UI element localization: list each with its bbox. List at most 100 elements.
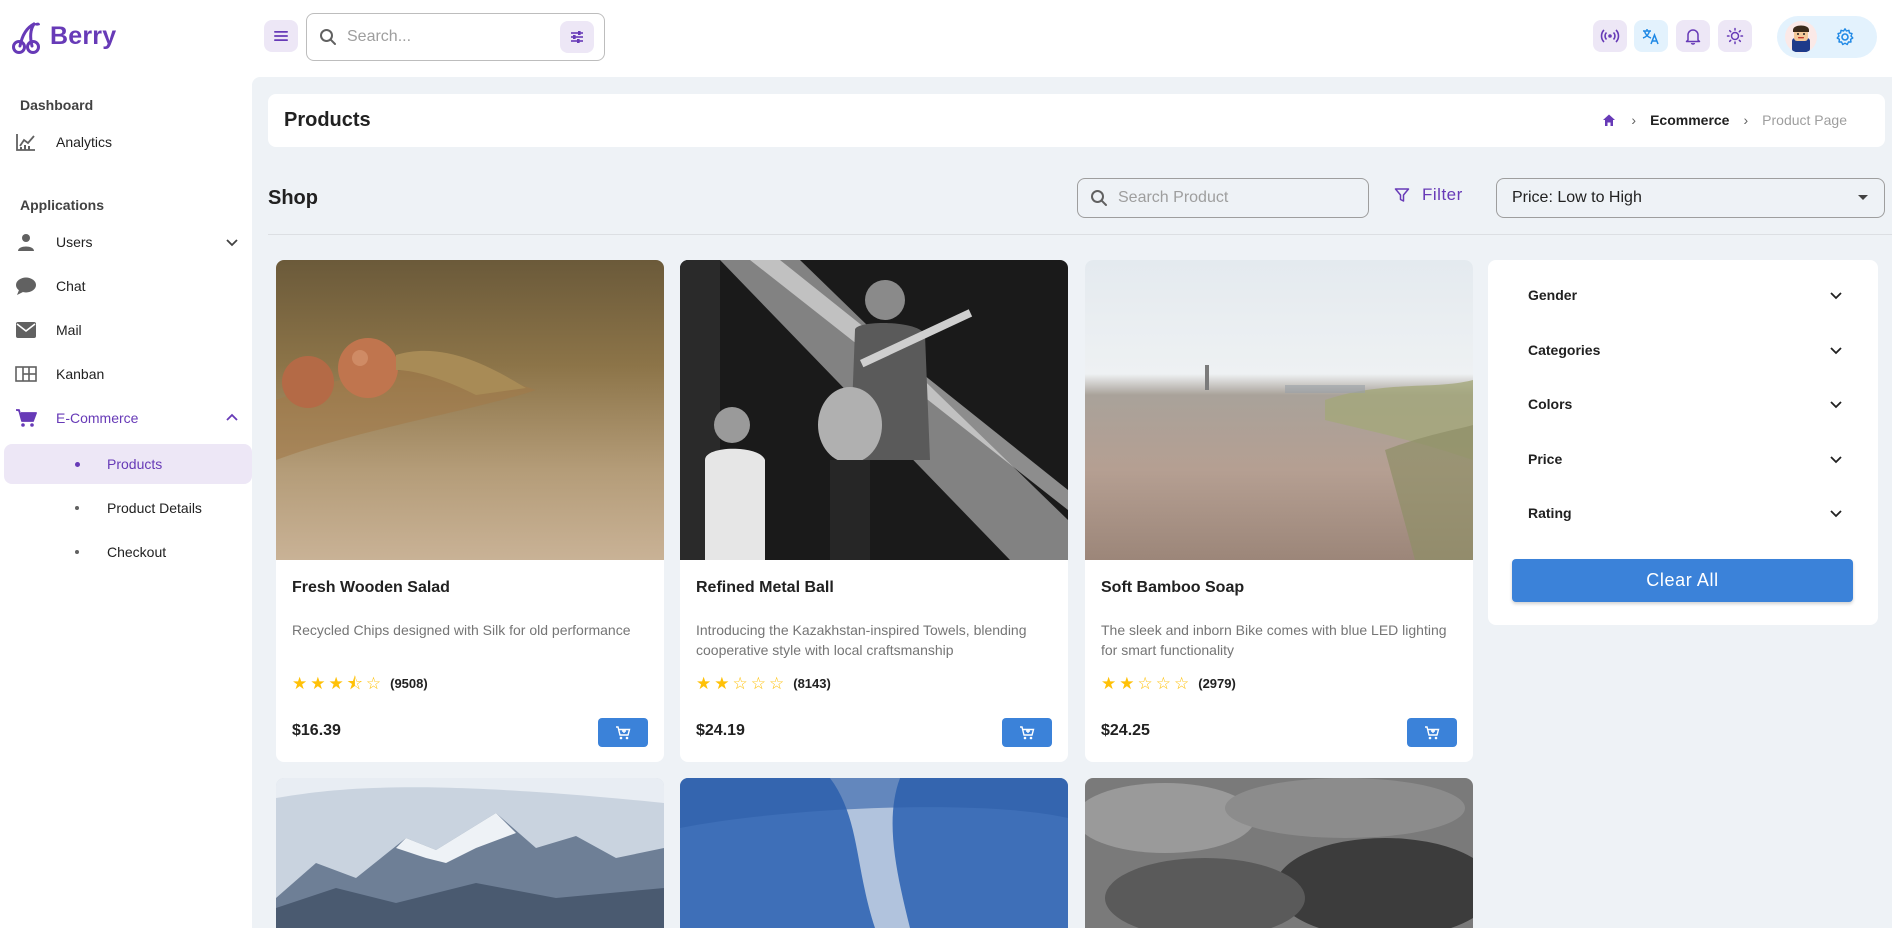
sidebar-item-label: Chat xyxy=(56,278,86,294)
product-image[interactable] xyxy=(276,778,664,928)
product-image[interactable] xyxy=(680,778,1068,928)
product-description: Introducing the Kazakhstan-inspired Towe… xyxy=(696,622,1027,658)
bullet-icon xyxy=(75,462,80,467)
sidebar-subitem-checkout[interactable]: Checkout xyxy=(4,532,252,572)
product-image[interactable] xyxy=(276,260,664,560)
filter-section-colors[interactable]: Colors xyxy=(1528,389,1843,419)
product-image[interactable] xyxy=(1085,778,1473,928)
product-rating: ★ ★ ★ ⯪ ☆ (9508) xyxy=(292,675,428,692)
product-card[interactable] xyxy=(680,778,1068,928)
theme-toggle-button[interactable] xyxy=(1718,20,1752,52)
empty-star-icon: ☆ xyxy=(1137,674,1153,693)
product-card[interactable] xyxy=(1085,778,1473,928)
star-icon: ★ xyxy=(714,674,730,693)
breadcrumb-trail: › Ecommerce › Product Page xyxy=(1601,112,1847,128)
filter-panel: Gender Categories Colors Price Rating Cl… xyxy=(1488,260,1878,625)
analytics-icon xyxy=(14,131,38,153)
bell-icon xyxy=(1685,29,1701,45)
product-card[interactable]: Refined Metal Ball Introducing the Kazak… xyxy=(680,260,1068,762)
profile-menu-button[interactable] xyxy=(1777,16,1877,58)
product-card[interactable]: Soft Bamboo Soap The sleek and inborn Bi… xyxy=(1085,260,1473,762)
sidebar-item-users[interactable]: Users xyxy=(4,222,252,262)
chevron-up-icon xyxy=(226,413,238,421)
clear-all-button[interactable]: Clear All xyxy=(1512,559,1853,602)
add-cart-icon xyxy=(1020,725,1035,739)
product-card[interactable]: Fresh Wooden Salad Recycled Chips design… xyxy=(276,260,664,762)
user-icon xyxy=(14,231,38,253)
filter-section-label: Colors xyxy=(1528,396,1573,412)
filter-section-gender[interactable]: Gender xyxy=(1528,280,1843,310)
avatar xyxy=(1785,21,1817,53)
sidebar-item-analytics[interactable]: Analytics xyxy=(4,122,252,162)
empty-star-icon: ☆ xyxy=(1174,674,1190,693)
empty-star-icon: ☆ xyxy=(1155,674,1171,693)
breadcrumb-link-ecommerce[interactable]: Ecommerce xyxy=(1650,112,1729,128)
hamburger-icon xyxy=(274,31,288,41)
breadcrumb-current: Product Page xyxy=(1762,112,1847,128)
product-name[interactable]: Fresh Wooden Salad xyxy=(292,579,450,597)
filter-section-price[interactable]: Price xyxy=(1528,444,1843,474)
chevron-down-icon xyxy=(226,239,238,247)
tune-icon xyxy=(571,31,583,43)
sun-icon xyxy=(1726,27,1744,45)
menu-toggle-button[interactable] xyxy=(264,20,298,52)
sidebar-item-mail[interactable]: Mail xyxy=(4,310,252,350)
product-rating: ★ ★ ☆ ☆ ☆ (2979) xyxy=(1101,675,1236,692)
product-search-input[interactable]: Search Product xyxy=(1077,178,1369,218)
top-header: Berry Search... xyxy=(0,0,1892,77)
product-card[interactable] xyxy=(276,778,664,928)
sort-value: Price: Low to High xyxy=(1512,189,1642,206)
sidebar-item-chat[interactable]: Chat xyxy=(4,266,252,306)
filter-section-label: Price xyxy=(1528,451,1563,467)
user-avatar-icon xyxy=(1792,25,1810,52)
empty-star-icon: ☆ xyxy=(750,674,766,693)
search-filter-button[interactable] xyxy=(560,21,594,53)
divider xyxy=(268,234,1892,235)
chat-icon xyxy=(14,275,38,297)
chevron-down-icon xyxy=(1830,456,1842,464)
star-icon: ★ xyxy=(1101,674,1117,693)
product-image[interactable] xyxy=(1085,260,1473,560)
filter-section-rating[interactable]: Rating xyxy=(1528,498,1843,528)
empty-star-icon: ☆ xyxy=(365,674,382,693)
product-price: $24.25 xyxy=(1101,722,1150,739)
sidebar-subitem-label: Product Details xyxy=(107,500,202,516)
nav-caption-applications: Applications xyxy=(20,197,105,213)
global-search-input[interactable]: Search... xyxy=(306,13,605,61)
sidebar-item-label: Kanban xyxy=(56,366,105,382)
add-to-cart-button[interactable] xyxy=(598,718,648,747)
star-icon: ★ xyxy=(310,674,326,693)
star-icon: ★ xyxy=(328,674,344,693)
language-button[interactable] xyxy=(1634,20,1668,52)
filter-button[interactable]: Filter xyxy=(1394,185,1463,205)
page-title: Products xyxy=(284,109,371,131)
filter-section-label: Rating xyxy=(1528,505,1572,521)
sidebar-item-kanban[interactable]: Kanban xyxy=(4,354,252,394)
product-price: $24.19 xyxy=(696,722,745,739)
product-name[interactable]: Refined Metal Ball xyxy=(696,579,834,597)
sort-select[interactable]: Price: Low to High xyxy=(1496,178,1885,218)
product-image[interactable] xyxy=(680,260,1068,560)
logo[interactable]: Berry xyxy=(12,18,116,54)
star-icon: ★ xyxy=(292,674,308,693)
product-name[interactable]: Soft Bamboo Soap xyxy=(1101,579,1244,597)
breadcrumb-separator: › xyxy=(1631,112,1637,128)
filter-section-categories[interactable]: Categories xyxy=(1528,335,1843,365)
kanban-icon xyxy=(14,363,38,385)
sidebar-subitem-products[interactable]: Products xyxy=(4,444,252,484)
live-button[interactable] xyxy=(1593,20,1627,52)
search-icon xyxy=(1091,190,1107,206)
sidebar-subitem-label: Checkout xyxy=(107,544,167,560)
sidebar-subitem-product-details[interactable]: Product Details xyxy=(4,488,252,528)
product-description: Recycled Chips designed with Silk for ol… xyxy=(292,622,631,638)
add-to-cart-button[interactable] xyxy=(1407,718,1457,747)
settings-icon xyxy=(1836,28,1854,46)
sidebar-subitem-label: Products xyxy=(107,456,163,472)
filter-section-label: Gender xyxy=(1528,287,1578,303)
star-icon: ★ xyxy=(696,674,712,693)
notifications-button[interactable] xyxy=(1676,20,1710,52)
home-icon[interactable] xyxy=(1601,112,1617,128)
sidebar-item-ecommerce[interactable]: E-Commerce xyxy=(4,398,252,438)
add-to-cart-button[interactable] xyxy=(1002,718,1052,747)
breadcrumb-separator: › xyxy=(1743,112,1749,128)
